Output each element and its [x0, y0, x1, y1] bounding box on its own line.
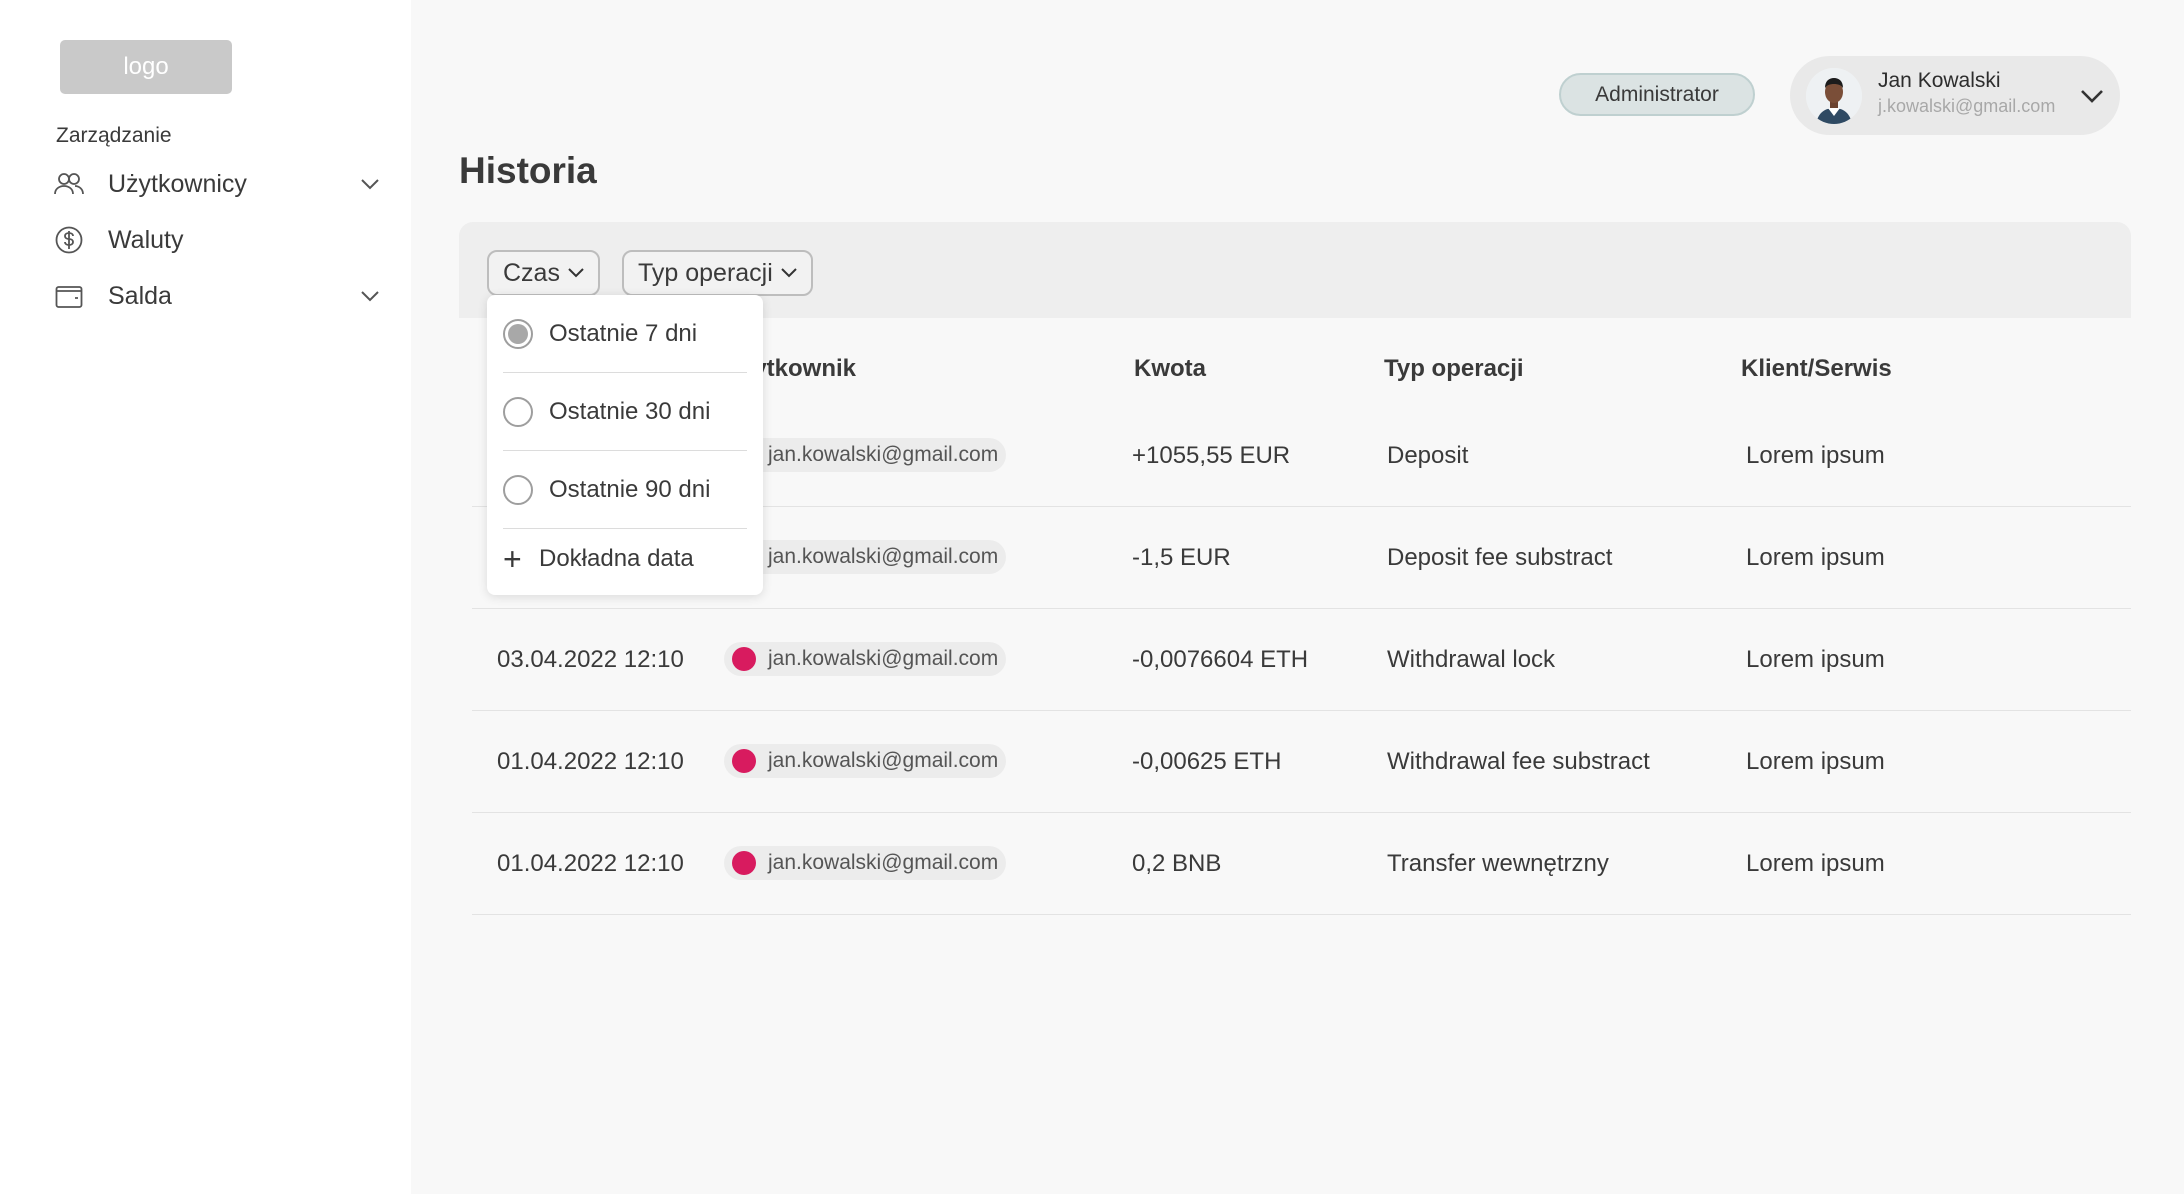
cell-amount: 0,2 BNB — [1132, 849, 1222, 877]
cell-user: jan.kowalski@gmail.com — [768, 647, 999, 670]
sidebar-item-users[interactable]: Użytkownicy — [54, 162, 384, 206]
cell-operation-type: Deposit fee substract — [1387, 543, 1613, 571]
user-chip: jan.kowalski@gmail.com — [724, 438, 1007, 472]
users-icon — [54, 169, 84, 199]
cell-operation-type: Withdrawal fee substract — [1387, 747, 1650, 775]
table-row[interactable]: 01.04.2022 12:10 jan.kowalski@gmail.com … — [472, 813, 2131, 915]
time-option-label: Ostatnie 30 dni — [549, 397, 711, 425]
chevron-down-icon[interactable] — [356, 170, 384, 198]
column-header-client: Klient/Serwis — [1741, 355, 1892, 382]
sidebar-item-label: Waluty — [108, 225, 184, 254]
cell-user: jan.kowalski@gmail.com — [768, 443, 999, 466]
cell-amount: -0,0076604 ETH — [1132, 645, 1309, 673]
cell-client: Lorem ipsum — [1746, 747, 1885, 775]
column-header-amount: Kwota — [1134, 355, 1206, 382]
user-chip: jan.kowalski@gmail.com — [724, 846, 1007, 880]
time-option-90-days[interactable]: Ostatnie 90 dni — [503, 451, 747, 529]
cell-date: 03.04.2022 12:10 — [497, 645, 684, 673]
user-email: j.kowalski@gmail.com — [1878, 96, 2056, 116]
wallet-icon — [54, 281, 84, 311]
page-title: Historia — [459, 150, 597, 191]
table-row[interactable]: 03.04.2022 12:10 jan.kowalski@gmail.com … — [472, 609, 2131, 711]
cell-client: Lorem ipsum — [1746, 645, 1885, 673]
cell-amount: -1,5 EUR — [1132, 543, 1231, 571]
cell-operation-type: Withdrawal lock — [1387, 645, 1556, 673]
status-dot — [732, 749, 756, 773]
sidebar-item-balances[interactable]: Salda — [54, 274, 384, 318]
time-option-label: Ostatnie 90 dni — [549, 475, 711, 503]
time-filter-button[interactable]: Czas — [487, 250, 600, 296]
avatar — [1806, 68, 1862, 124]
cell-date: 01.04.2022 12:10 — [497, 849, 684, 877]
cell-date: 01.04.2022 12:10 — [497, 747, 684, 775]
cell-client: Lorem ipsum — [1746, 543, 1885, 571]
time-option-7-days[interactable]: Ostatnie 7 dni — [503, 295, 747, 373]
cell-amount: -0,00625 ETH — [1132, 747, 1282, 775]
exact-date-option[interactable]: + Dokładna data — [503, 539, 694, 579]
sidebar-item-currencies[interactable]: Waluty — [54, 218, 384, 262]
table-row[interactable]: 01.04.2022 12:10 jan.kowalski@gmail.com … — [472, 711, 2131, 813]
cell-client: Lorem ipsum — [1746, 849, 1885, 877]
cell-user: jan.kowalski@gmail.com — [768, 749, 999, 772]
cell-operation-type: Deposit — [1387, 441, 1469, 469]
plus-icon: + — [503, 541, 522, 577]
sidebar-item-label: Salda — [108, 281, 172, 310]
chevron-down-icon[interactable] — [2076, 80, 2108, 112]
role-badge: Administrator — [1559, 73, 1755, 116]
sidebar-item-label: Użytkownicy — [108, 169, 247, 198]
cell-user: jan.kowalski@gmail.com — [768, 851, 999, 874]
user-menu[interactable]: Jan Kowalski j.kowalski@gmail.com — [1790, 56, 2120, 135]
logo[interactable]: logo — [60, 40, 232, 94]
user-chip: jan.kowalski@gmail.com — [724, 540, 1007, 574]
user-chip: jan.kowalski@gmail.com — [724, 744, 1007, 778]
dollar-coin-icon — [54, 225, 84, 255]
status-dot — [732, 647, 756, 671]
cell-client: Lorem ipsum — [1746, 441, 1885, 469]
radio-unselected[interactable] — [503, 396, 533, 427]
sidebar: logo Zarządzanie Użytkownicy Waluty Sald… — [0, 0, 411, 1194]
exact-date-label: Dokładna data — [539, 545, 694, 572]
status-dot — [732, 851, 756, 875]
radio-unselected[interactable] — [503, 474, 533, 505]
operation-type-filter-button[interactable]: Typ operacji — [622, 250, 813, 296]
chevron-down-icon — [781, 268, 797, 278]
chevron-down-icon — [568, 268, 584, 278]
cell-amount: +1055,55 EUR — [1132, 441, 1291, 469]
cell-operation-type: Transfer wewnętrzny — [1387, 849, 1609, 877]
chevron-down-icon[interactable] — [356, 282, 384, 310]
radio-selected[interactable] — [503, 318, 533, 349]
user-chip: jan.kowalski@gmail.com — [724, 642, 1007, 676]
user-name: Jan Kowalski — [1878, 69, 2001, 92]
column-header-operation-type: Typ operacji — [1384, 355, 1524, 382]
time-option-30-days[interactable]: Ostatnie 30 dni — [503, 373, 747, 451]
time-filter-label: Czas — [503, 258, 560, 287]
section-label: Zarządzanie — [56, 124, 172, 147]
time-filter-dropdown: Ostatnie 7 dni Ostatnie 30 dni Ostatnie … — [487, 295, 763, 595]
cell-user: jan.kowalski@gmail.com — [768, 545, 999, 568]
operation-type-filter-label: Typ operacji — [638, 258, 773, 287]
time-option-label: Ostatnie 7 dni — [549, 319, 698, 347]
